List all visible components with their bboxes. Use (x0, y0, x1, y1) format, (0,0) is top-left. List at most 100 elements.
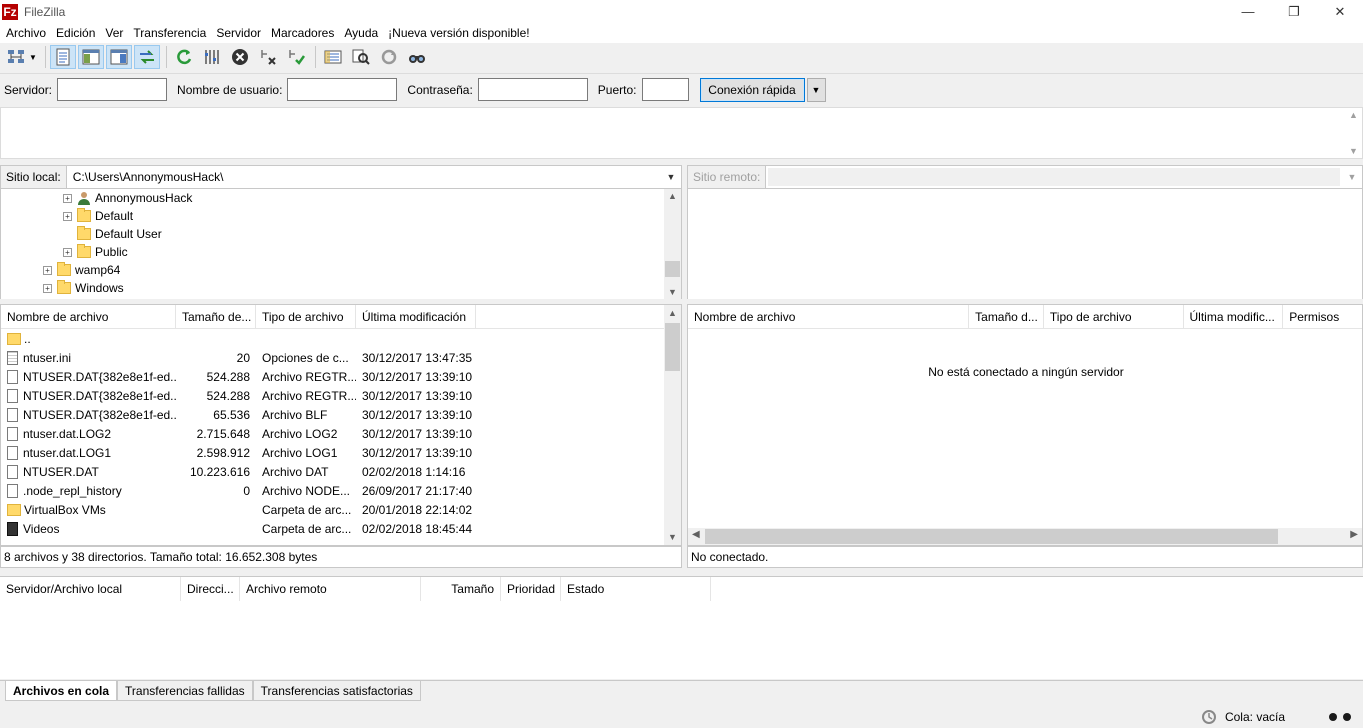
toggle-log-button[interactable] (49, 45, 76, 69)
tree-node[interactable]: + AnnonymousHack (63, 189, 192, 207)
column-priority[interactable]: Prioridad (501, 577, 561, 601)
expand-icon[interactable]: + (63, 247, 72, 257)
remote-file-list[interactable]: Nombre de archivo Tamaño d... Tipo de ar… (687, 304, 1363, 546)
table-row[interactable]: ntuser.dat.LOG1 2.598.912 Archivo LOG1 30/1… (1, 443, 476, 462)
quickconnect-dropdown-button[interactable]: ▼ (806, 77, 826, 102)
tab-queued-files[interactable]: Archivos en cola (5, 681, 118, 701)
table-row[interactable]: VirtualBox VMs Carpeta de arc... 20/01/201… (1, 500, 476, 519)
menu-ayuda[interactable]: Ayuda (339, 23, 383, 43)
filter-button[interactable] (320, 45, 346, 69)
menu-edicion[interactable]: Edición (51, 23, 100, 43)
toggle-queue-button[interactable] (133, 45, 160, 69)
remote-path-input[interactable] (768, 168, 1340, 186)
scroll-right-icon[interactable]: ▶ (1350, 529, 1358, 540)
menu-marcadores[interactable]: Marcadores (266, 23, 339, 43)
table-row[interactable]: ntuser.dat.LOG2 2.715.648 Archivo LOG2 30/1… (1, 424, 476, 443)
column-status[interactable]: Estado (561, 577, 711, 601)
minimize-button[interactable]: — (1225, 0, 1271, 23)
table-row[interactable]: NTUSER.DAT{382e8e1f-ed... 524.288 Archivo … (1, 367, 476, 386)
local-file-list[interactable]: Nombre de archivo Tamaño de... Tipo de a… (0, 304, 682, 546)
scroll-down-icon[interactable]: ▼ (664, 287, 681, 297)
message-log-scrollbar[interactable]: ▲ ▼ (1345, 108, 1362, 158)
scroll-thumb[interactable] (705, 529, 1278, 544)
scroll-up-icon[interactable]: ▲ (664, 308, 681, 318)
column-filesize[interactable]: Tamaño de... (176, 305, 256, 329)
host-input[interactable] (57, 78, 168, 101)
expand-icon[interactable]: + (63, 193, 72, 203)
column-lastmodified[interactable]: Última modific... (1184, 305, 1284, 329)
column-filename[interactable]: Nombre de archivo (1, 305, 176, 329)
column-filesize[interactable]: Tamaño d... (969, 305, 1044, 329)
expand-icon[interactable]: + (43, 265, 52, 275)
menu-servidor[interactable]: Servidor (211, 23, 266, 43)
maximize-button[interactable]: ❐ (1271, 0, 1317, 23)
table-row[interactable]: NTUSER.DAT{382e8e1f-ed... 65.536 Archivo B… (1, 405, 476, 424)
remote-directory-tree[interactable] (687, 189, 1363, 299)
local-file-list-scrollbar[interactable]: ▲ ▼ (664, 305, 681, 545)
site-manager-dropdown-icon[interactable]: ▼ (29, 53, 37, 62)
disconnect-button[interactable] (255, 45, 281, 69)
table-row[interactable]: NTUSER.DAT 10.223.616 Archivo DAT 02/02/201… (1, 462, 476, 481)
local-tree-scrollbar[interactable]: ▲ ▼ (664, 189, 681, 299)
close-button[interactable]: ✕ (1317, 0, 1363, 23)
refresh-button[interactable] (171, 45, 197, 69)
reconnect-button[interactable] (283, 45, 309, 69)
column-permissions[interactable]: Permisos (1283, 305, 1362, 329)
menu-new-version[interactable]: ¡Nueva versión disponible! (383, 23, 534, 43)
search-button[interactable] (404, 45, 430, 69)
local-directory-tree[interactable]: ▲ ▼ + AnnonymousHack + Default Default User +… (0, 189, 682, 299)
username-input[interactable] (287, 78, 398, 101)
file-type-cell: Archivo BLF (262, 407, 328, 422)
table-row[interactable]: Videos Carpeta de arc... 02/02/2018 18:45:… (1, 519, 476, 538)
scroll-left-icon[interactable]: ◀ (692, 529, 700, 540)
tree-node[interactable]: + wamp64 (43, 261, 120, 279)
local-path-input[interactable]: C:\Users\AnnonymousHack\ (67, 170, 661, 184)
remote-file-list-hscrollbar[interactable]: ◀ ▶ (688, 528, 1362, 545)
reconnect-icon (289, 50, 305, 65)
column-direction[interactable]: Direcci... (181, 577, 240, 601)
expand-icon[interactable]: + (63, 211, 72, 221)
table-row[interactable]: NTUSER.DAT{382e8e1f-ed... 524.288 Archivo … (1, 386, 476, 405)
column-filetype[interactable]: Tipo de archivo (256, 305, 356, 329)
scroll-up-icon[interactable]: ▲ (664, 191, 681, 201)
scroll-thumb[interactable] (665, 261, 680, 277)
cancel-button[interactable] (227, 45, 253, 69)
tree-node[interactable]: + Windows (43, 279, 124, 297)
tab-successful-transfers[interactable]: Transferencias satisfactorias (252, 681, 421, 701)
column-remote-file[interactable]: Archivo remoto (240, 577, 421, 601)
column-lastmodified[interactable]: Última modificación (356, 305, 476, 329)
expand-icon[interactable]: + (43, 283, 52, 293)
site-manager-button[interactable] (3, 45, 29, 69)
message-log[interactable]: ▲ ▼ (0, 107, 1363, 159)
column-filetype[interactable]: Tipo de archivo (1044, 305, 1184, 329)
table-row[interactable]: .node_repl_history 0 Archivo NODE... 26/09/… (1, 481, 476, 500)
quickconnect-button[interactable]: Conexión rápida (699, 77, 805, 102)
column-local-file[interactable]: Servidor/Archivo local (0, 577, 181, 601)
menu-ver[interactable]: Ver (100, 23, 128, 43)
chevron-down-icon[interactable]: ▼ (1342, 172, 1362, 182)
toggle-remote-tree-button[interactable] (105, 45, 132, 69)
tree-node[interactable]: + Public (63, 243, 128, 261)
tree-node[interactable]: + Default (63, 207, 133, 225)
column-size[interactable]: Tamaño (421, 577, 501, 601)
file-modified-cell: 30/12/2017 13:39:10 (362, 445, 473, 460)
password-input[interactable] (477, 78, 588, 101)
toggle-local-tree-button[interactable] (77, 45, 104, 69)
tab-failed-transfers[interactable]: Transferencias fallidas (117, 681, 253, 701)
menu-transferencia[interactable]: Transferencia (128, 23, 211, 43)
menu-archivo[interactable]: Archivo (1, 23, 51, 43)
scroll-down-icon[interactable]: ▼ (664, 532, 681, 542)
scroll-up-icon[interactable]: ▲ (1349, 110, 1358, 120)
transfer-queue[interactable]: Servidor/Archivo local Direcci... Archiv… (0, 576, 1363, 679)
process-queue-button[interactable] (199, 45, 225, 69)
scroll-thumb[interactable] (665, 323, 680, 371)
port-input[interactable] (641, 78, 689, 101)
compare-button[interactable] (348, 45, 374, 69)
chevron-down-icon[interactable]: ▼ (661, 172, 681, 182)
sync-browse-button[interactable] (376, 45, 402, 69)
table-row[interactable]: ntuser.ini 20 Opciones de c... 30/12/2017 1… (1, 348, 476, 367)
column-filename[interactable]: Nombre de archivo (688, 305, 970, 329)
scroll-down-icon[interactable]: ▼ (1349, 146, 1358, 156)
table-row[interactable]: .. (1, 329, 476, 348)
tree-node[interactable]: Default User (63, 225, 162, 243)
